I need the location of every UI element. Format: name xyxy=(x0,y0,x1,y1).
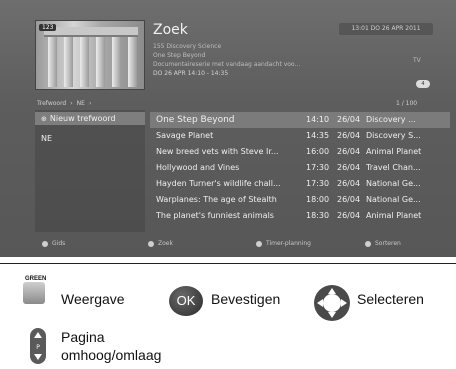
program-datetime: DO 26 APR 14:10 - 14:35 xyxy=(153,70,229,77)
thumbnail-pillar xyxy=(96,37,105,87)
result-row[interactable]: One Step Beyond 14:10 26/04 Discovery ..… xyxy=(150,112,450,128)
chevron-right-icon: › xyxy=(88,100,92,107)
thumbnail-pillar xyxy=(80,37,89,87)
green-key-icon xyxy=(23,282,45,304)
result-count: 1 / 100 xyxy=(396,100,418,107)
tv-type-label: TV xyxy=(413,57,421,64)
thumbnail-pillar xyxy=(112,37,121,87)
legend-omhoog-omlaag: omhoog/omlaag xyxy=(61,347,162,363)
result-title: Hollywood and Vines xyxy=(156,163,240,172)
result-channel: Animal Planet xyxy=(366,211,422,220)
footer-sort-button[interactable]: Sorteren xyxy=(365,237,401,251)
result-row[interactable]: The planet's funniest animals 18:30 26/0… xyxy=(150,208,450,224)
green-dot-icon xyxy=(148,240,154,247)
footer-label: Sorteren xyxy=(375,240,401,247)
result-date: 26/04 xyxy=(337,195,361,204)
thumbnail-roof xyxy=(44,27,138,37)
thumbnail-pillar xyxy=(64,37,73,87)
results-list: One Step Beyond 14:10 26/04 Discovery ..… xyxy=(150,110,450,232)
result-time: 18:30 xyxy=(306,211,330,220)
ok-key-icon: OK xyxy=(169,286,203,316)
blue-dot-icon xyxy=(365,240,371,247)
keyword-item-label: Nieuw trefwoord xyxy=(49,114,116,123)
result-title: Warplanes: The age of Stealth xyxy=(156,195,277,204)
result-date: 26/04 xyxy=(337,179,361,188)
result-date: 26/04 xyxy=(337,147,361,156)
footer-timer-button[interactable]: Timer-planning xyxy=(256,237,311,251)
thumbnail-pillar xyxy=(128,37,137,87)
result-row[interactable]: Hollywood and Vines 17:30 26/04 Travel C… xyxy=(150,160,450,176)
footer-label: Timer-planning xyxy=(266,240,311,247)
result-date: 26/04 xyxy=(337,115,361,124)
result-time: 14:35 xyxy=(306,131,330,140)
result-date: 26/04 xyxy=(337,211,361,220)
result-channel: National Ge... xyxy=(366,195,421,204)
result-time: 14:10 xyxy=(306,115,330,124)
result-channel: Travel Chan... xyxy=(366,163,421,172)
result-channel: Animal Planet xyxy=(366,147,422,156)
keyword-item-label: NE xyxy=(41,134,53,143)
program-thumbnail: 123 xyxy=(35,20,145,90)
result-time: 18:00 xyxy=(306,195,330,204)
tv-screen: 123 Zoek 155 Discovery Science One Step … xyxy=(0,0,456,257)
footer-gids-button[interactable]: Gids xyxy=(42,237,65,251)
thumbnail-pillar xyxy=(48,37,57,87)
result-title: Savage Planet xyxy=(156,131,214,140)
footer-label: Gids xyxy=(52,240,66,247)
legend-pagina: Pagina xyxy=(61,329,105,345)
page-key-icon: P xyxy=(30,328,46,364)
keyword-bar: Trefwoord › NE › xyxy=(37,100,95,107)
result-title: One Step Beyond xyxy=(156,115,235,125)
result-title: New breed vets with Steve Ir... xyxy=(156,147,279,156)
program-name: One Step Beyond xyxy=(153,52,206,59)
keyword-bar-value: NE xyxy=(76,100,85,107)
result-row[interactable]: Savage Planet 14:35 26/04 Discovery S... xyxy=(150,128,450,144)
result-time: 17:30 xyxy=(306,179,330,188)
red-dot-icon xyxy=(42,240,48,247)
result-channel: Discovery ... xyxy=(366,115,416,124)
legend-selecteren: Selecteren xyxy=(357,291,424,307)
channel-name: 155 Discovery Science xyxy=(153,43,222,50)
result-time: 17:30 xyxy=(306,163,330,172)
keyword-item[interactable]: NE xyxy=(35,132,145,145)
chevron-right-icon: › xyxy=(70,100,73,107)
remote-legend: GREEN Weergave OK Bevestigen Selecteren … xyxy=(0,264,456,369)
footer-bar: Gids Zoek Timer-planning Sorteren xyxy=(0,237,456,251)
plus-icon: ⊕ xyxy=(41,115,47,123)
result-title: Hayden Turner's wildlife chall... xyxy=(156,179,281,188)
result-channel: National Ge... xyxy=(366,179,421,188)
info-badge: 4 xyxy=(416,80,430,88)
page-title: Zoek xyxy=(153,22,188,38)
clock: 13:01 DO 26 APR 2011 xyxy=(339,23,433,35)
channel-number-badge: 123 xyxy=(39,24,57,31)
program-description: Documentaireserie met vandaag aandacht v… xyxy=(153,61,301,68)
result-row[interactable]: Warplanes: The age of Stealth 18:00 26/0… xyxy=(150,192,450,208)
result-date: 26/04 xyxy=(337,131,361,140)
footer-label: Zoek xyxy=(158,240,173,247)
result-row[interactable]: Hayden Turner's wildlife chall... 17:30 … xyxy=(150,176,450,192)
yellow-dot-icon xyxy=(256,240,262,247)
result-time: 16:00 xyxy=(306,147,330,156)
keyword-item-new[interactable]: ⊕ Nieuw trefwoord xyxy=(35,112,145,125)
keyword-list: ⊕ Nieuw trefwoord NE xyxy=(35,110,145,232)
result-date: 26/04 xyxy=(337,163,361,172)
keyword-bar-label: Trefwoord xyxy=(37,100,67,107)
footer-zoek-button[interactable]: Zoek xyxy=(148,237,173,251)
result-row[interactable]: New breed vets with Steve Ir... 16:00 26… xyxy=(150,144,450,160)
svg-text:P: P xyxy=(36,344,40,351)
legend-bevestigen: Bevestigen xyxy=(211,291,281,307)
legend-weergave: Weergave xyxy=(61,291,125,307)
result-channel: Discovery S... xyxy=(366,131,421,140)
green-key-label: GREEN xyxy=(25,276,47,282)
result-title: The planet's funniest animals xyxy=(156,211,274,220)
nav-pad-icon xyxy=(314,285,350,321)
